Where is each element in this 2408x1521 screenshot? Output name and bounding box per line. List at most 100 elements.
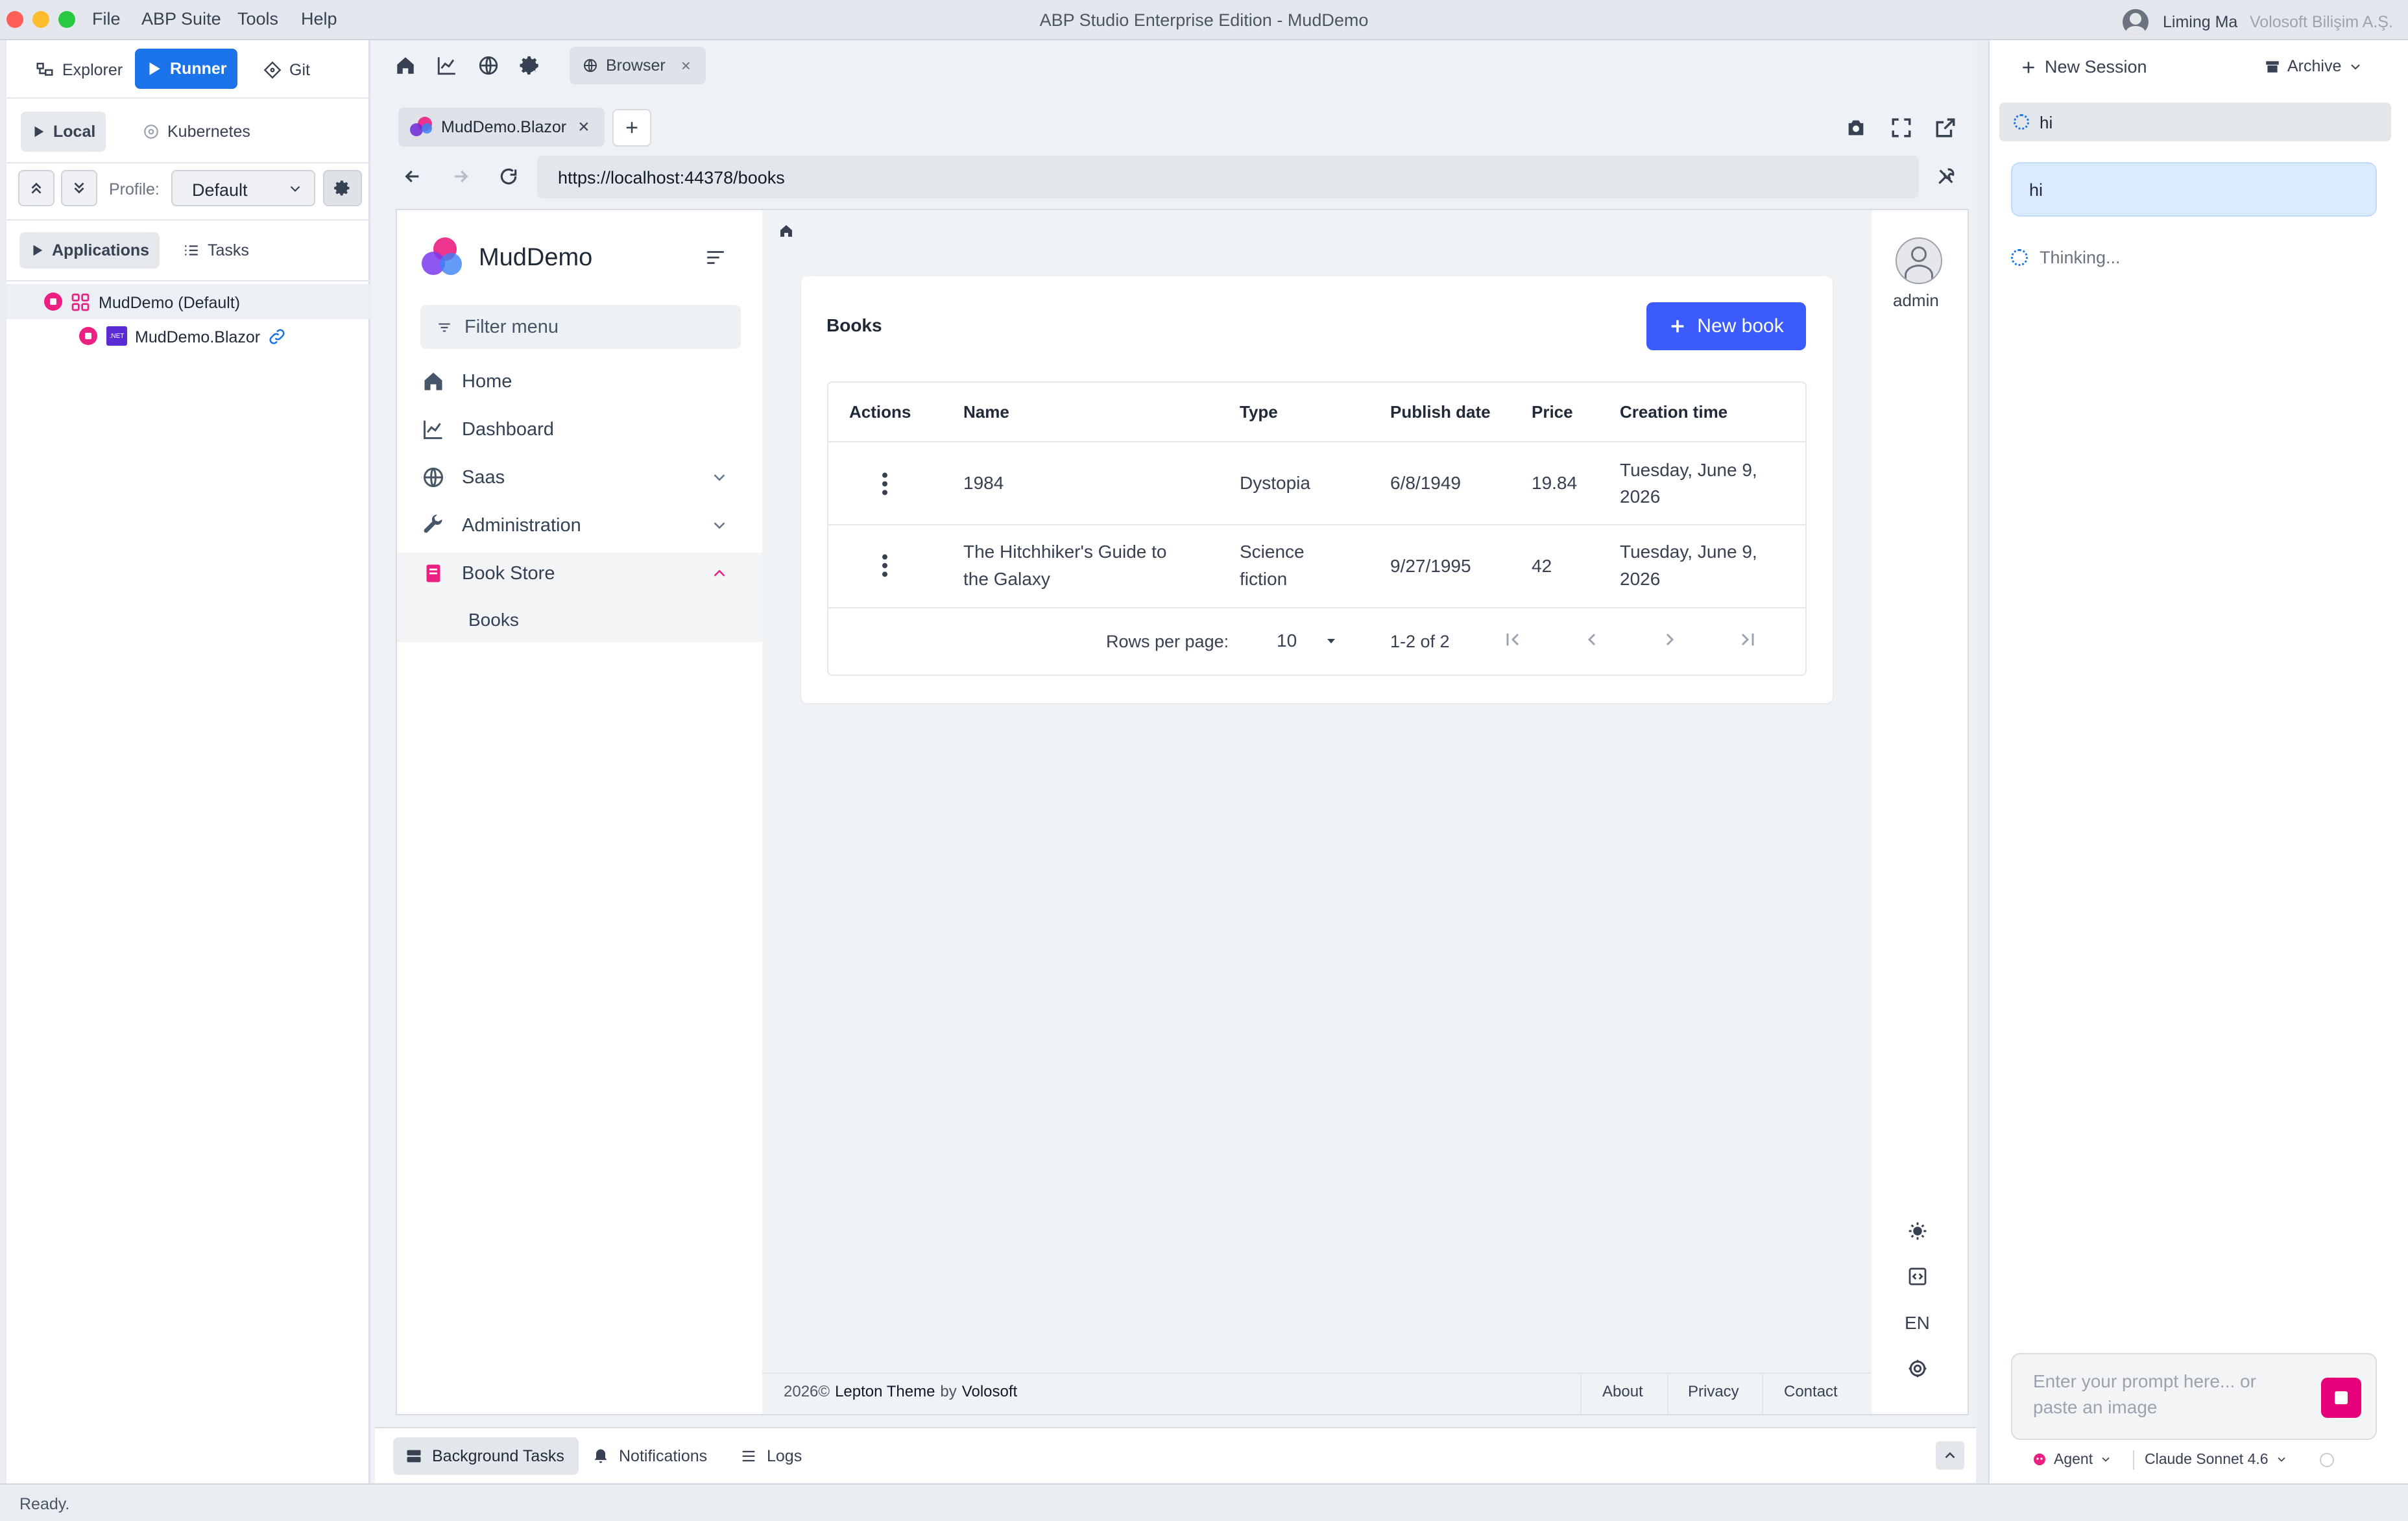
footer-company-link[interactable]: Volosoft: [962, 1383, 1017, 1401]
column-header-type[interactable]: Type: [1240, 402, 1278, 422]
footer-theme-link[interactable]: Lepton Theme: [835, 1383, 935, 1401]
tree-item-muddemo-blazor[interactable]: .NET MudDemo.Blazor: [6, 319, 370, 353]
row-actions-icon[interactable]: [876, 471, 894, 497]
gear-icon[interactable]: [519, 54, 541, 77]
expand-all-button[interactable]: [61, 170, 97, 206]
globe-icon[interactable]: [477, 54, 500, 77]
url-bar[interactable]: https://localhost:44378/books: [537, 156, 1919, 198]
tab-runner[interactable]: Runner: [135, 49, 237, 89]
code-icon[interactable]: [1907, 1266, 1928, 1287]
new-session-button[interactable]: New Session: [2020, 57, 2147, 77]
column-header-publish-date[interactable]: Publish date: [1390, 402, 1491, 422]
row-actions-icon[interactable]: [876, 553, 894, 579]
rows-per-page-select[interactable]: 10: [1277, 627, 1342, 658]
next-page-icon[interactable]: [1659, 629, 1680, 650]
nav-home[interactable]: Home: [422, 370, 512, 393]
camera-icon[interactable]: [1845, 117, 1867, 139]
new-tab-button[interactable]: +: [612, 109, 651, 147]
gear-icon[interactable]: [1907, 1358, 1928, 1379]
prompt-input[interactable]: Enter your prompt here... or paste an im…: [2011, 1353, 2377, 1440]
home-icon[interactable]: [394, 54, 416, 77]
tab-browser-label: Browser: [606, 56, 666, 75]
chart-icon[interactable]: [436, 54, 458, 77]
column-header-name[interactable]: Name: [963, 402, 1009, 422]
footer-about-link[interactable]: About: [1602, 1383, 1643, 1401]
tab-tasks-label: Tasks: [208, 241, 249, 259]
stop-icon[interactable]: [44, 293, 62, 311]
agent-icon: [2032, 1452, 2047, 1467]
language-selector[interactable]: EN: [1905, 1313, 1930, 1334]
plus-icon: [2020, 59, 2037, 76]
plus-icon: [1668, 317, 1687, 335]
nav-saas[interactable]: Saas: [422, 466, 729, 489]
env-local-button[interactable]: Local: [21, 112, 106, 152]
admin-avatar[interactable]: [1896, 237, 1942, 284]
nav-books[interactable]: Books: [468, 610, 519, 630]
stop-icon: [2335, 1391, 2348, 1404]
tab-background-tasks-label: Background Tasks: [432, 1446, 564, 1465]
tab-background-tasks[interactable]: Background Tasks: [393, 1437, 579, 1475]
mode-selector[interactable]: Agent: [2032, 1450, 2112, 1468]
column-header-price[interactable]: Price: [1532, 402, 1573, 422]
column-header-creation-time[interactable]: Creation time: [1620, 402, 1728, 422]
nav-administration[interactable]: Administration: [422, 514, 729, 537]
fullscreen-icon[interactable]: [1890, 117, 1912, 139]
env-kubernetes-label: Kubernetes: [167, 122, 250, 141]
menu-toggle-icon[interactable]: [704, 246, 727, 269]
tab-notifications[interactable]: Notifications: [592, 1437, 707, 1475]
status-bar: Ready.: [0, 1483, 2408, 1521]
stop-icon[interactable]: [79, 327, 97, 345]
first-page-icon[interactable]: [1502, 629, 1523, 650]
sun-icon[interactable]: [1907, 1221, 1928, 1241]
nav-dashboard[interactable]: Dashboard: [422, 418, 554, 441]
session-item[interactable]: hi: [1999, 102, 2391, 141]
breadcrumb-home-icon[interactable]: [778, 223, 794, 239]
admin-username[interactable]: admin: [1893, 291, 1939, 311]
tab-browser[interactable]: Browser ×: [570, 47, 706, 84]
profile-settings-button[interactable]: [323, 170, 362, 206]
browser-tab-muddemo-blazor[interactable]: MudDemo.Blazor ×: [398, 108, 605, 147]
window-title: ABP Studio Enterprise Edition - MudDemo: [1039, 10, 1369, 30]
tab-logs[interactable]: Logs: [740, 1437, 802, 1475]
reload-icon[interactable]: [498, 166, 519, 187]
forward-arrow-icon[interactable]: [450, 166, 471, 187]
app-brand[interactable]: MudDemo: [479, 244, 592, 272]
nav-book-store[interactable]: Book Store: [422, 562, 729, 585]
env-kubernetes-button[interactable]: Kubernetes: [132, 112, 261, 152]
cell-name-line2: the Galaxy: [963, 569, 1050, 589]
play-icon: [145, 60, 162, 77]
external-link-icon[interactable]: [1934, 117, 1956, 139]
footer-privacy-link[interactable]: Privacy: [1688, 1383, 1739, 1401]
user-avatar[interactable]: [2123, 9, 2149, 35]
column-header-actions: Actions: [849, 402, 911, 422]
rows-per-page-value: 10: [1277, 630, 1297, 651]
archive-button[interactable]: Archive: [2264, 57, 2363, 76]
collapse-all-button[interactable]: [18, 170, 54, 206]
back-arrow-icon[interactable]: [402, 166, 423, 187]
tree-item-label: MudDemo.Blazor: [135, 328, 261, 346]
model-selector[interactable]: Claude Sonnet 4.6: [2145, 1450, 2288, 1468]
last-page-icon[interactable]: [1737, 629, 1758, 650]
chevron-up-icon: [1942, 1447, 1958, 1464]
footer-contact-link[interactable]: Contact: [1784, 1383, 1838, 1401]
close-icon[interactable]: ×: [681, 56, 691, 76]
tab-applications[interactable]: Applications: [19, 232, 160, 269]
cell-price: 42: [1532, 556, 1552, 576]
spinner-icon: [2014, 114, 2029, 130]
new-book-button[interactable]: New book: [1646, 302, 1806, 350]
tab-tasks[interactable]: Tasks: [173, 232, 259, 269]
previous-page-icon[interactable]: [1582, 629, 1602, 650]
context-usage-icon[interactable]: [2320, 1453, 2334, 1467]
prompt-placeholder-line1: Enter your prompt here... or: [2033, 1371, 2256, 1391]
filter-menu-input[interactable]: Filter menu: [420, 305, 741, 349]
stop-generation-button[interactable]: [2321, 1378, 2361, 1418]
link-icon[interactable]: [267, 327, 287, 346]
devtools-icon[interactable]: [1936, 166, 1956, 187]
tab-explorer[interactable]: Explorer: [25, 51, 133, 90]
profile-select[interactable]: Default: [171, 170, 315, 206]
expand-panel-button[interactable]: [1936, 1441, 1964, 1470]
close-icon[interactable]: ×: [578, 116, 590, 138]
tab-git[interactable]: Git: [253, 51, 320, 90]
url-text[interactable]: https://localhost:44378/books: [558, 168, 785, 188]
tree-item-muddemo[interactable]: MudDemo (Default): [6, 284, 370, 319]
